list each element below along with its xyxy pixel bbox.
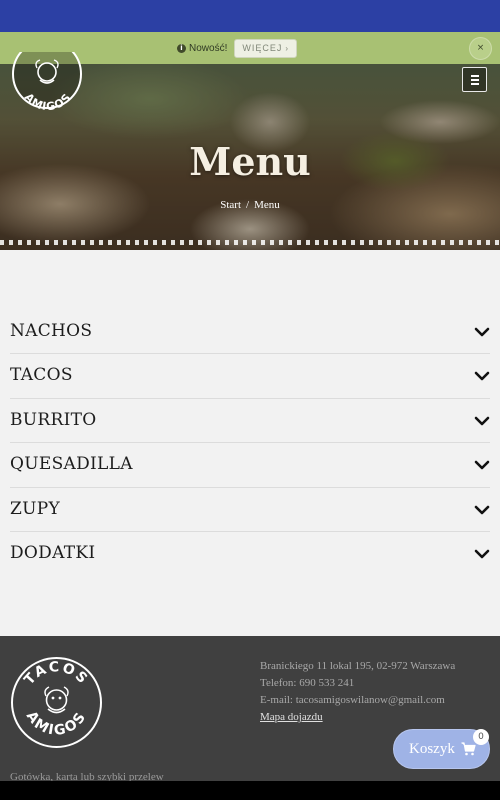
breadcrumb-separator: /: [246, 199, 250, 211]
navigation-bar: [0, 781, 500, 800]
cart-count-badge: 0: [473, 729, 489, 745]
menu-category-zupy[interactable]: ZUPY: [10, 488, 490, 532]
footer-logo-mark: TACOS AMIGOS: [11, 657, 102, 748]
breadcrumb-home-link[interactable]: Start: [220, 199, 241, 211]
map-link[interactable]: Mapa dojazdu: [260, 709, 455, 726]
hamburger-line: [471, 83, 479, 85]
breadcrumb-current: Menu: [254, 199, 280, 211]
cart-label: Koszyk: [409, 740, 455, 757]
menu-category-label: QUESADILLA: [10, 454, 133, 475]
chevron-right-icon: ›: [285, 43, 290, 53]
breadcrumb: Start / Menu: [0, 199, 500, 211]
menu-category-label: TACOS: [10, 365, 73, 386]
chevron-down-icon: [474, 460, 490, 470]
notice-close-button[interactable]: ×: [469, 37, 492, 60]
menu-category-tacos[interactable]: TACOS: [10, 354, 490, 399]
chevron-down-icon: [474, 327, 490, 337]
menu-category-label: BURRITO: [10, 409, 97, 430]
status-bar: [0, 0, 500, 32]
footer-contact: Branickiego 11 lokal 195, 02-972 Warszaw…: [260, 658, 455, 726]
hamburger-menu-button[interactable]: [462, 67, 487, 92]
hamburger-menu-icon: [471, 75, 479, 77]
hero-dotted-divider: [0, 240, 500, 245]
footer-logo-text-top: TACOS: [21, 659, 89, 688]
more-button-label: WIĘCEJ: [242, 43, 283, 53]
menu-category-dodatki[interactable]: DODATKI: [10, 532, 490, 576]
chevron-down-icon: [474, 416, 490, 426]
menu-category-list: NACHOS TACOS BURRITO QUESADILLA ZUPY DOD…: [10, 310, 490, 576]
logo-mark: AMIGOS: [12, 52, 82, 113]
menu-category-quesadilla[interactable]: QUESADILLA: [10, 443, 490, 488]
menu-category-label: ZUPY: [10, 498, 61, 519]
footer-address: Branickiego 11 lokal 195, 02-972 Warszaw…: [260, 660, 456, 672]
menu-category-nachos[interactable]: NACHOS: [10, 310, 490, 355]
shopping-cart-icon: [461, 742, 476, 756]
menu-category-label: NACHOS: [10, 321, 93, 341]
menu-category-label: DODATKI: [10, 542, 96, 563]
site-logo[interactable]: AMIGOS: [10, 52, 84, 118]
notice-text: Nowość!: [189, 42, 228, 54]
chevron-down-icon: [474, 372, 490, 381]
menu-category-burrito[interactable]: BURRITO: [10, 399, 490, 444]
chevron-down-icon: [474, 505, 490, 514]
hamburger-line: [471, 79, 479, 81]
footer-email: E-mail: tacosamigoswilanow@gmail.com: [260, 694, 445, 706]
more-button[interactable]: WIĘCEJ ›: [234, 38, 298, 58]
page: i Nowość! WIĘCEJ › × AMIGOS Menu Start /…: [0, 0, 500, 800]
page-title: Menu: [189, 139, 311, 184]
footer-logo: TACOS AMIGOS: [10, 656, 103, 749]
footer-phone: Telefon: 690 533 241: [260, 677, 355, 689]
notice-content: i Nowość! WIĘCEJ ›: [177, 38, 298, 58]
chevron-down-icon: [474, 549, 490, 559]
svg-text:TACOS: TACOS: [21, 659, 91, 688]
info-icon: i: [177, 43, 186, 53]
